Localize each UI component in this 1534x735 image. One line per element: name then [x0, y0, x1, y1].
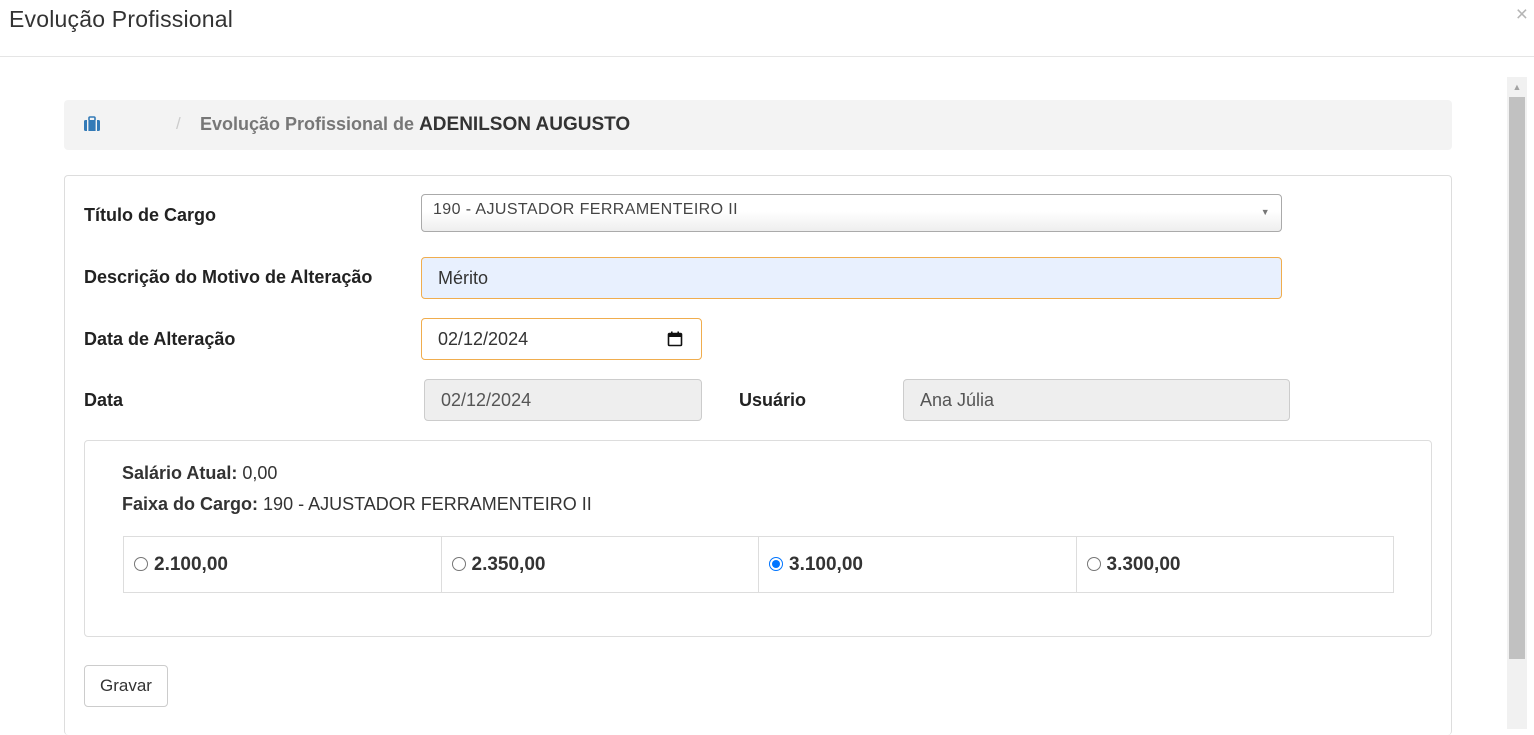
employee-name: ADENILSON AUGUSTO [419, 114, 631, 135]
scroll-thumb[interactable] [1509, 97, 1525, 659]
scroll-up-arrow-icon[interactable]: ▲ [1507, 77, 1527, 95]
data-alteracao-input[interactable]: 02/12/2024 [421, 318, 702, 360]
breadcrumb-separator: / [176, 114, 181, 133]
breadcrumb-prefix: Evolução Profissional de [200, 114, 415, 134]
salary-option-label: 2.100,00 [154, 553, 228, 575]
data-readonly-input: 02/12/2024 [424, 379, 702, 421]
salary-option[interactable]: 3.100,00 [758, 536, 1077, 593]
salary-options-table: 2.100,00 2.350,00 3.100,00 3.300,00 [123, 536, 1394, 593]
motivo-label: Descrição do Motivo de Alteração [84, 267, 373, 287]
breadcrumb-title: Evolução Profissional de ADENILSON AUGUS… [200, 114, 630, 136]
salary-option[interactable]: 2.100,00 [123, 536, 442, 593]
usuario-readonly-input: Ana Júlia [903, 379, 1290, 421]
scrollbar[interactable]: ▲ [1507, 77, 1527, 729]
data-alteracao-value: 02/12/2024 [438, 329, 529, 349]
cargo-select[interactable]: 190 - AJUSTADOR FERRAMENTEIRO II ▼ [421, 194, 1282, 232]
salary-option-label: 2.350,00 [471, 553, 546, 575]
salario-atual-label: Salário Atual: [122, 463, 238, 483]
data-alteracao-label: Data de Alteração [84, 329, 236, 349]
cargo-label: Título de Cargo [84, 205, 216, 225]
data-label: Data [84, 390, 124, 410]
salario-atual-value: 0,00 [242, 463, 278, 483]
salary-option-radio-1[interactable] [451, 556, 466, 571]
salary-option[interactable]: 2.350,00 [440, 536, 759, 593]
save-button[interactable]: Gravar [84, 665, 168, 707]
chevron-down-icon: ▼ [1260, 207, 1270, 217]
motivo-input[interactable]: Mérito [421, 257, 1282, 299]
faixa-cargo-label: Faixa do Cargo: [122, 494, 259, 514]
salary-option-radio-0[interactable] [134, 556, 148, 571]
cargo-select-value: 190 - AJUSTADOR FERRAMENTEIRO II [433, 201, 738, 218]
breadcrumb: / Evolução Profissional de ADENILSON AUG… [64, 100, 1452, 150]
salary-option-radio-3[interactable] [1086, 556, 1101, 571]
salary-option[interactable]: 3.300,00 [1075, 536, 1394, 593]
form-panel: Título de Cargo 190 - AJUSTADOR FERRAMEN… [64, 175, 1452, 735]
calendar-icon[interactable] [667, 331, 683, 347]
salary-option-label: 3.100,00 [789, 553, 863, 575]
briefcase-icon [84, 116, 100, 131]
modal-title: Evolução Profissional [9, 6, 234, 32]
salario-atual: Salário Atual: 0,00 [122, 463, 277, 484]
salary-option-label: 3.300,00 [1106, 553, 1181, 575]
usuario-label: Usuário [739, 390, 807, 410]
faixa-cargo-value: 190 - AJUSTADOR FERRAMENTEIRO II [263, 494, 592, 514]
modal-body: ▲ / Evolução Profissional de ADENILSON A… [0, 57, 1534, 735]
salary-option-radio-2[interactable] [769, 556, 783, 571]
modal-header: Evolução Profissional × [0, 0, 1534, 57]
salary-panel: Salário Atual: 0,00 Faixa do Cargo: 190 … [84, 440, 1432, 637]
faixa-cargo: Faixa do Cargo: 190 - AJUSTADOR FERRAMEN… [122, 494, 592, 515]
close-button[interactable]: × [1516, 4, 1528, 25]
